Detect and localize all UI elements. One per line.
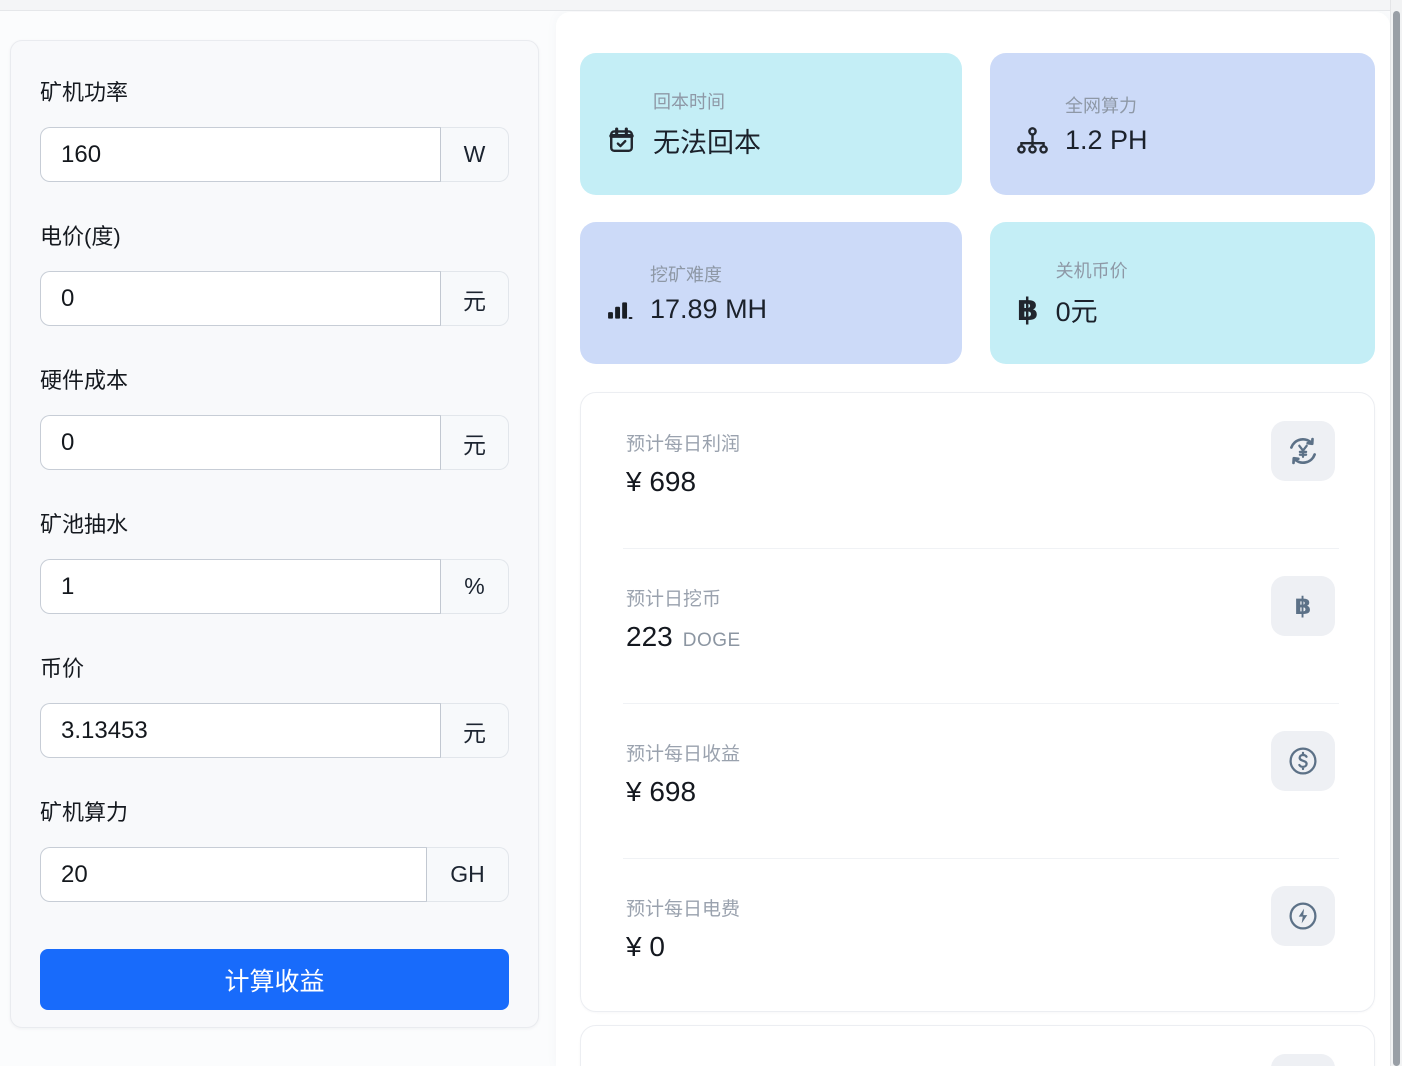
- stat-label: 挖矿难度: [650, 261, 767, 287]
- stat-card-shutdown-price: 关机币价 ฿ 0元: [990, 222, 1375, 364]
- result-value: ¥ 0: [626, 931, 665, 963]
- field-label-hardware-cost: 硬件成本: [40, 363, 509, 395]
- top-header-strip: [0, 0, 1402, 11]
- result-value: ¥ 698: [626, 466, 696, 498]
- stat-value: 0元: [1056, 290, 1128, 329]
- yen-refresh-icon: [1271, 1054, 1335, 1066]
- calculate-earnings-button[interactable]: 计算收益: [40, 949, 509, 1010]
- yen-refresh-icon: [1271, 421, 1335, 481]
- result-row-daily-revenue: 预计每日收益 ¥ 698: [581, 703, 1374, 858]
- stat-card-difficulty: 挖矿难度 17.89 MH: [580, 222, 962, 364]
- result-value: 223: [626, 621, 673, 653]
- calendar-check-icon: [607, 126, 636, 155]
- field-group-coin-price: 元: [40, 703, 509, 758]
- network-icon: [1017, 127, 1048, 154]
- pool-fee-input[interactable]: [40, 559, 441, 614]
- result-label: 预计每日收益: [626, 739, 740, 766]
- result-unit: DOGE: [683, 630, 741, 652]
- bar-chart-icon: [607, 299, 633, 321]
- bitcoin-icon: ฿: [1271, 576, 1335, 636]
- lightning-icon: [1271, 886, 1335, 946]
- result-label: 预计每日利润: [626, 429, 740, 456]
- coin-price-unit: 元: [441, 703, 509, 758]
- field-group-hashrate: GH: [40, 847, 509, 902]
- field-group-pool-fee: %: [40, 559, 509, 614]
- result-row-monthly-profit: 预计每月利润: [581, 1026, 1374, 1066]
- hardware-cost-input[interactable]: [40, 415, 441, 470]
- field-label-power: 矿机功率: [40, 75, 509, 107]
- field-label-pool-fee: 矿池抽水: [40, 507, 509, 539]
- result-row-daily-electricity: 预计每日电费 ¥ 0: [581, 858, 1374, 1013]
- coin-price-input[interactable]: [40, 703, 441, 758]
- field-group-hardware-cost: 元: [40, 415, 509, 470]
- field-label-electricity: 电价(度): [40, 219, 509, 251]
- stat-value: 17.89 MH: [650, 294, 767, 325]
- result-label: 预计每月利润: [626, 1062, 740, 1066]
- vertical-scrollbar-thumb[interactable]: [1393, 11, 1400, 1066]
- stat-card-payback-time: 回本时间 无法回本: [580, 53, 962, 195]
- bitcoin-icon: ฿: [1017, 294, 1039, 325]
- pool-fee-unit: %: [441, 559, 509, 614]
- stat-value: 无法回本: [653, 121, 761, 160]
- stat-label: 关机币价: [1056, 257, 1128, 283]
- stat-label: 回本时间: [653, 88, 761, 114]
- vertical-scrollbar-track[interactable]: [1390, 0, 1402, 1066]
- hashrate-unit: GH: [427, 847, 509, 902]
- result-label: 预计每日电费: [626, 894, 740, 921]
- result-row-daily-coins: 预计日挖币 223 DOGE ฿: [581, 548, 1374, 703]
- field-group-power: W: [40, 127, 509, 182]
- hardware-cost-unit: 元: [441, 415, 509, 470]
- power-input[interactable]: [40, 127, 441, 182]
- stat-value: 1.2 PH: [1065, 125, 1148, 156]
- stat-card-network-hashrate: 全网算力 1.2 PH: [990, 53, 1375, 195]
- electricity-unit: 元: [441, 271, 509, 326]
- field-label-hashrate: 矿机算力: [40, 795, 509, 827]
- result-label: 预计日挖币: [626, 584, 741, 611]
- dollar-circle-icon: [1271, 731, 1335, 791]
- hashrate-input[interactable]: [40, 847, 427, 902]
- result-value: ¥ 698: [626, 776, 696, 808]
- power-unit: W: [441, 127, 509, 182]
- field-label-coin-price: 币价: [40, 651, 509, 683]
- results-card-next: 预计每月利润: [580, 1025, 1375, 1066]
- result-row-daily-profit: 预计每日利润 ¥ 698: [581, 393, 1374, 548]
- electricity-price-input[interactable]: [40, 271, 441, 326]
- results-card: 预计每日利润 ¥ 698 预计日挖币 223 DOGE ฿ 预计每: [580, 392, 1375, 1012]
- calculator-form-card: 矿机功率 W 电价(度) 元 硬件成本 元 矿池抽水 % 币价 元 矿机算力 G…: [10, 40, 539, 1028]
- stat-label: 全网算力: [1065, 92, 1148, 118]
- field-group-electricity: 元: [40, 271, 509, 326]
